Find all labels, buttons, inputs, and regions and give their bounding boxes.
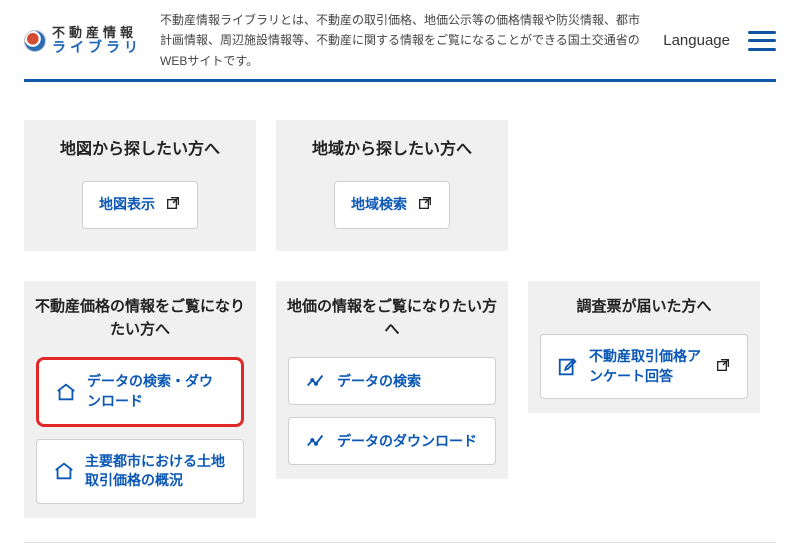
button-label: データの検索: [337, 372, 421, 392]
button-label: データのダウンロード: [337, 432, 477, 452]
search-method-panels: 地図から探したい方へ 地図表示 地域から探したい方へ 地域検索: [0, 82, 800, 251]
header: 不動産情報 ライブラリ 不動産情報ライブラリとは、不動産の取引価格、地価公示等の…: [0, 0, 800, 79]
button-label: データの検索・ダウンロード: [87, 372, 225, 411]
external-link-icon: [417, 195, 433, 214]
region-search-button[interactable]: 地域検索: [334, 181, 450, 229]
column-title: 調査票が届いた方へ: [528, 281, 760, 334]
survey-response-button[interactable]: 不動産取引価格アンケート回答: [540, 334, 748, 399]
site-logo[interactable]: 不動産情報 ライブラリ: [24, 26, 142, 54]
data-search-download-button[interactable]: データの検索・ダウンロード: [36, 357, 244, 426]
chart-icon: [305, 430, 327, 452]
panel-title: 地図から探したい方へ: [40, 138, 240, 163]
site-tagline: 不動産情報ライブラリとは、不動産の取引価格、地価公示等の価格情報や防災情報、都市…: [156, 10, 649, 71]
info-columns: 不動産価格の情報をご覧になりたい方へ データの検索・ダウンロード 主要都市におけ…: [0, 251, 800, 518]
external-link-icon: [715, 357, 731, 376]
chart-icon: [305, 370, 327, 392]
land-data-download-button[interactable]: データのダウンロード: [288, 417, 496, 465]
map-search-panel: 地図から探したい方へ 地図表示: [24, 120, 256, 251]
external-link-icon: [165, 195, 181, 214]
house-icon: [53, 460, 75, 482]
language-selector[interactable]: Language: [663, 32, 730, 49]
land-data-search-button[interactable]: データの検索: [288, 357, 496, 405]
button-label: 不動産取引価格アンケート回答: [589, 347, 705, 386]
button-label: 地域検索: [351, 195, 407, 215]
price-info-column: 不動産価格の情報をご覧になりたい方へ データの検索・ダウンロード 主要都市におけ…: [24, 281, 256, 518]
logo-text-bottom: ライブラリ: [52, 40, 142, 55]
land-price-column: 地価の情報をご覧になりたい方へ データの検索 データのダウンロード: [276, 281, 508, 518]
map-display-button[interactable]: 地図表示: [82, 181, 198, 229]
button-label: 地図表示: [99, 195, 155, 215]
column-title: 不動産価格の情報をご覧になりたい方へ: [24, 281, 256, 358]
column-title: 地価の情報をご覧になりたい方へ: [276, 281, 508, 358]
button-label: 主要都市における土地取引価格の概況: [85, 452, 227, 491]
panel-title: 地域から探したい方へ: [292, 138, 492, 163]
logo-swirl-icon: [24, 30, 46, 52]
hamburger-menu-icon[interactable]: [748, 31, 776, 51]
logo-text-top: 不動産情報: [52, 26, 142, 40]
form-edit-icon: [557, 356, 579, 378]
region-search-panel: 地域から探したい方へ 地域検索: [276, 120, 508, 251]
house-icon: [55, 381, 77, 403]
survey-column: 調査票が届いた方へ 不動産取引価格アンケート回答: [528, 281, 760, 518]
major-city-overview-button[interactable]: 主要都市における土地取引価格の概況: [36, 439, 244, 504]
